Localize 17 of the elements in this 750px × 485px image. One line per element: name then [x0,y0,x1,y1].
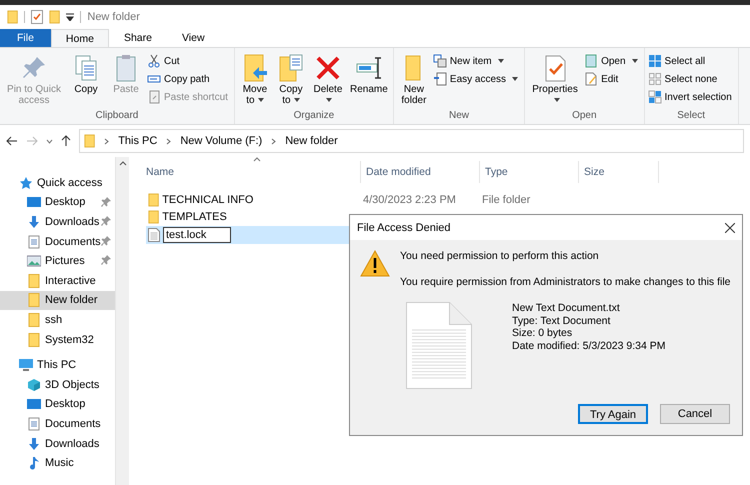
dialog-message: You require permission from Administrators to make changes to this file [400,276,732,288]
file-name: TECHNICAL INFO [162,194,254,206]
file-detail: Size: 0 bytes [512,327,574,340]
group-label: Select [676,110,706,123]
file-name: TEMPLATES [162,211,227,224]
date-cell-text: 4/30/2023 2:23 PM [363,194,457,206]
group-label: Organize [292,110,336,123]
type-cell-text: File folder [482,194,532,206]
group-label: Clipboard [94,110,140,123]
dialog-heading: You need permission to perform this action [400,250,600,262]
group-label: New [448,110,470,123]
file-detail: Date modified: 5/3/2023 9:34 PM [512,340,666,352]
file-detail: New Text Document.txt [512,302,621,314]
dialog-title: File Access Denied [357,222,451,234]
window-title: New folder [87,11,140,23]
group-label: Open [571,110,598,123]
file-detail: Type: Text Document [512,314,612,327]
